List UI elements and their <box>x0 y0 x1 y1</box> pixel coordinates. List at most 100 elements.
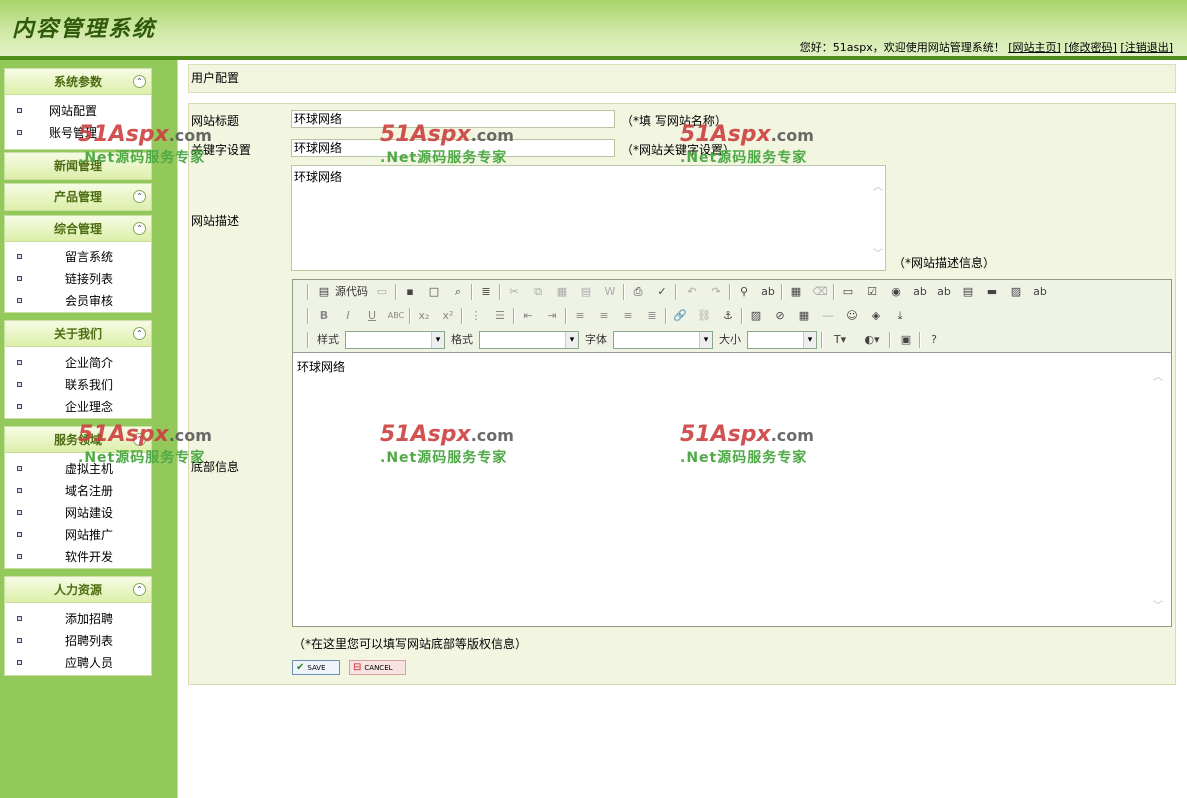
horizontal-rule-icon[interactable]: ― <box>819 307 837 325</box>
section-header[interactable]: 系统参数 ⌃ <box>5 69 151 95</box>
home-link[interactable]: [网站主页] <box>1008 41 1061 54</box>
section-header[interactable]: 关于我们 ⌃ <box>5 321 151 347</box>
source-icon[interactable]: ▤ <box>315 283 333 301</box>
textfield-icon[interactable]: ab <box>911 283 929 301</box>
style-select[interactable]: ▾ <box>345 331 445 349</box>
maximize-icon[interactable]: ▣ <box>897 331 915 349</box>
indent-icon[interactable]: ⇥ <box>543 307 561 325</box>
sidebar-item-philosophy[interactable]: 企业理念 <box>5 398 151 416</box>
collapse-icon[interactable]: ⌃ <box>133 222 146 235</box>
cut-icon[interactable]: ✂ <box>505 283 523 301</box>
find-icon[interactable]: ⚲ <box>735 283 753 301</box>
save-button[interactable]: ✔ SAVE <box>292 660 340 675</box>
help-icon[interactable]: ? <box>925 331 943 349</box>
special-char-icon[interactable]: ◈ <box>867 307 885 325</box>
sidebar-item-promotion[interactable]: 网站推广 <box>5 526 151 544</box>
section-header[interactable]: 人力资源 ⌃ <box>5 577 151 603</box>
scroll-down-icon[interactable]: ﹀ <box>1153 597 1163 612</box>
source-button[interactable]: 源代码 <box>335 283 368 301</box>
redo-icon[interactable]: ↷ <box>707 283 725 301</box>
numbered-list-icon[interactable]: ⋮ <box>467 307 485 325</box>
underline-icon[interactable]: U <box>363 307 381 325</box>
sidebar-item-messages[interactable]: 留言系统 <box>5 248 151 266</box>
align-left-icon[interactable]: ≡ <box>571 307 589 325</box>
print-icon[interactable]: ⎙ <box>629 283 647 301</box>
editor-content-area[interactable]: 环球网络 ︿ ﹀ <box>293 354 1171 626</box>
select-all-icon[interactable]: ▦ <box>787 283 805 301</box>
image-button-icon[interactable]: ▨ <box>1007 283 1025 301</box>
templates-icon[interactable]: ▭ <box>373 283 391 301</box>
change-password-link[interactable]: [修改密码] <box>1064 41 1117 54</box>
collapse-icon[interactable]: ⌃ <box>133 327 146 340</box>
sidebar-item-add-job[interactable]: 添加招聘 <box>5 610 151 628</box>
form-icon[interactable]: ▭ <box>839 283 857 301</box>
collapse-icon[interactable]: ⌃ <box>133 433 146 446</box>
collapse-icon[interactable]: ⌃ <box>133 583 146 596</box>
paste-text-icon[interactable]: ≣ <box>477 283 495 301</box>
smiley-icon[interactable]: ☺ <box>843 307 861 325</box>
paste-icon[interactable]: ▦ <box>553 283 571 301</box>
section-header[interactable]: 产品管理 ⌃ <box>5 184 151 210</box>
subscript-icon[interactable]: x₂ <box>415 307 433 325</box>
new-page-icon[interactable]: □ <box>425 283 443 301</box>
preview-icon[interactable]: ⌕ <box>449 283 467 301</box>
section-header[interactable]: 新闻管理 <box>5 153 151 179</box>
bullet-list-icon[interactable]: ☰ <box>491 307 509 325</box>
sidebar-item-members[interactable]: 会员审核 <box>5 292 151 310</box>
scroll-up-icon[interactable]: ︿ <box>1153 368 1163 383</box>
undo-icon[interactable]: ↶ <box>683 283 701 301</box>
superscript-icon[interactable]: x² <box>439 307 457 325</box>
save-icon[interactable]: ▪ <box>401 283 419 301</box>
strikethrough-icon[interactable]: ABC <box>387 307 405 325</box>
outdent-icon[interactable]: ⇤ <box>519 307 537 325</box>
sidebar-item-site-config[interactable]: 网站配置 <box>5 102 151 120</box>
checkbox-icon[interactable]: ☑ <box>863 283 881 301</box>
copy-icon[interactable]: ⧉ <box>529 283 547 301</box>
sidebar-item-software[interactable]: 软件开发 <box>5 548 151 566</box>
sidebar-item-job-list[interactable]: 招聘列表 <box>5 632 151 650</box>
select-field-icon[interactable]: ▤ <box>959 283 977 301</box>
collapse-icon[interactable]: ⌃ <box>133 75 146 88</box>
bg-color-icon[interactable]: ◐▾ <box>859 331 885 349</box>
italic-icon[interactable]: I <box>339 307 357 325</box>
radio-icon[interactable]: ◉ <box>887 283 905 301</box>
sidebar-item-hosting[interactable]: 虚拟主机 <box>5 460 151 478</box>
logout-link[interactable]: [注销退出] <box>1120 41 1173 54</box>
table-icon[interactable]: ▦ <box>795 307 813 325</box>
align-right-icon[interactable]: ≡ <box>619 307 637 325</box>
link-icon[interactable]: 🔗 <box>671 307 689 325</box>
image-icon[interactable]: ▨ <box>747 307 765 325</box>
paste-plain-icon[interactable]: ▤ <box>577 283 595 301</box>
unlink-icon[interactable]: ⛓ <box>695 307 713 325</box>
size-select[interactable]: ▾ <box>747 331 817 349</box>
text-color-icon[interactable]: T▾ <box>827 331 853 349</box>
sidebar-item-webbuild[interactable]: 网站建设 <box>5 504 151 522</box>
remove-format-icon[interactable]: ⌫ <box>811 283 829 301</box>
align-center-icon[interactable]: ≡ <box>595 307 613 325</box>
format-select[interactable]: ▾ <box>479 331 579 349</box>
footer-rich-editor[interactable]: ▤ 源代码 ▭ ▪ □ ⌕ ≣ ✂ ⧉ ▦ ▤ W ⎙ ✓ ↶ ↷ ⚲ ab ▦… <box>292 279 1172 627</box>
flash-icon[interactable]: ⊘ <box>771 307 789 325</box>
replace-icon[interactable]: ab <box>759 283 777 301</box>
scroll-down-icon[interactable]: ﹀ <box>873 245 883 260</box>
hidden-field-icon[interactable]: ab <box>1031 283 1049 301</box>
justify-icon[interactable]: ≣ <box>643 307 661 325</box>
page-break-icon[interactable]: ⤓ <box>891 307 909 325</box>
section-header[interactable]: 服务领域 ⌃ <box>5 427 151 453</box>
sidebar-item-accounts[interactable]: 账号管理 <box>5 124 151 142</box>
site-title-input[interactable]: 环球网络 <box>291 110 615 128</box>
textarea-icon[interactable]: ab <box>935 283 953 301</box>
bold-icon[interactable]: B <box>315 307 333 325</box>
anchor-icon[interactable]: ⚓ <box>719 307 737 325</box>
collapse-icon[interactable]: ⌃ <box>133 190 146 203</box>
cancel-button[interactable]: ⊟ CANCEL <box>349 660 406 675</box>
section-header[interactable]: 综合管理 ⌃ <box>5 216 151 242</box>
sidebar-item-intro[interactable]: 企业简介 <box>5 354 151 372</box>
button-field-icon[interactable]: ▬ <box>983 283 1001 301</box>
spellcheck-icon[interactable]: ✓ <box>653 283 671 301</box>
sidebar-item-links[interactable]: 链接列表 <box>5 270 151 288</box>
font-select[interactable]: ▾ <box>613 331 713 349</box>
scroll-up-icon[interactable]: ︿ <box>873 178 883 193</box>
sidebar-item-domain[interactable]: 域名注册 <box>5 482 151 500</box>
keywords-input[interactable]: 环球网络 <box>291 139 615 157</box>
